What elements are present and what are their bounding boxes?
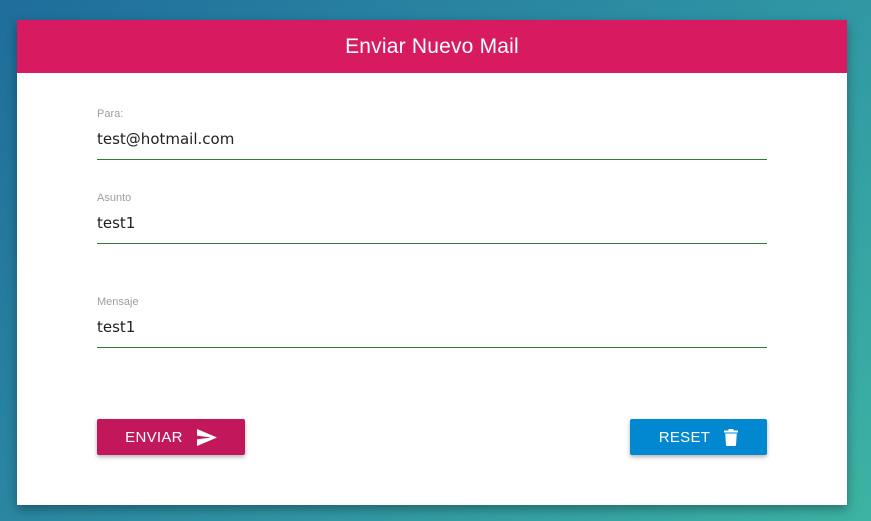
mensaje-input[interactable] [97, 318, 767, 348]
send-button-label: ENVIAR [125, 428, 183, 446]
reset-button[interactable]: RESET [630, 419, 767, 455]
para-label: Para: [97, 108, 124, 120]
asunto-field: Asunto [97, 192, 767, 244]
asunto-label: Asunto [97, 192, 132, 204]
mensaje-label: Mensaje [97, 296, 139, 308]
send-button[interactable]: ENVIAR [97, 419, 245, 455]
para-input[interactable] [97, 130, 767, 160]
page-title: Enviar Nuevo Mail [17, 20, 847, 73]
mail-form-card: Enviar Nuevo Mail Para: Asunto Mensaje E… [17, 20, 847, 505]
send-icon [196, 428, 217, 446]
reset-button-label: RESET [658, 428, 711, 446]
para-field: Para: [97, 108, 767, 160]
asunto-input[interactable] [97, 214, 767, 244]
mensaje-field: Mensaje [97, 296, 767, 348]
trash-icon [724, 428, 739, 446]
